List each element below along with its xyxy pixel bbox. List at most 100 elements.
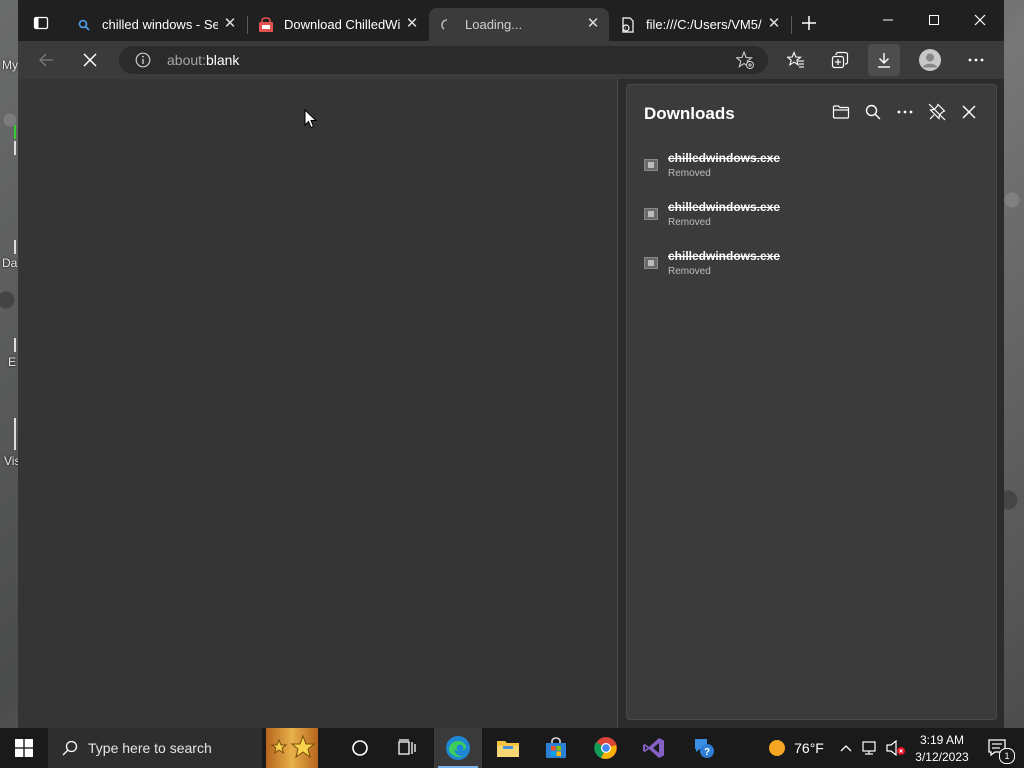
exe-file-icon: [644, 159, 658, 171]
tab-close-icon[interactable]: ✕: [222, 16, 238, 32]
taskbar: Type here to search ? 76°F 3:19 AM 3/12/…: [0, 728, 1024, 768]
browser-window: chilled windows - Sear ✕ Download Chille…: [18, 0, 1004, 728]
network-button[interactable]: [858, 728, 882, 768]
tab-title: Download ChilledWin: [284, 17, 400, 32]
tab-search[interactable]: chilled windows - Sear ✕: [66, 8, 246, 41]
tab-file[interactable]: i file:///C:/Users/VM5/D ✕: [610, 8, 790, 41]
site-info-icon[interactable]: [135, 52, 151, 73]
search-icon: [865, 104, 881, 120]
close-panel-button[interactable]: [955, 101, 983, 123]
tab-loading[interactable]: Loading... ✕: [429, 8, 609, 41]
file-icon: i: [620, 16, 636, 33]
volume-button[interactable]: [884, 728, 908, 768]
url-scheme: about:: [167, 52, 206, 68]
tab-close-icon[interactable]: ✕: [404, 16, 420, 32]
task-view-icon: [398, 739, 416, 755]
download-filename[interactable]: chilledwindows.exe: [668, 249, 780, 263]
downloads-panel: Downloads chilledwindows.exe Removed chi…: [626, 84, 997, 720]
url-text[interactable]: about:blank: [167, 52, 239, 68]
taskbar-search-box[interactable]: Type here to search: [48, 728, 262, 768]
minimize-button[interactable]: [866, 6, 910, 34]
downloads-button[interactable]: [868, 44, 900, 76]
download-status: Removed: [668, 217, 711, 228]
more-icon: [897, 110, 913, 114]
open-folder-button[interactable]: [827, 101, 855, 123]
collections-button[interactable]: [824, 44, 856, 76]
taskbar-help[interactable]: ?: [680, 728, 728, 768]
profile-button[interactable]: [914, 44, 946, 76]
downloads-more-button[interactable]: [891, 101, 919, 123]
close-window-button[interactable]: [958, 6, 1002, 34]
back-arrow-icon: [39, 53, 53, 67]
desktop-icon[interactable]: [14, 418, 16, 450]
task-view-button[interactable]: [384, 728, 432, 768]
notification-badge: 1: [999, 748, 1015, 764]
stop-icon: [83, 53, 97, 67]
weather-widget[interactable]: 76°F: [762, 728, 830, 768]
taskbar-store[interactable]: [532, 728, 580, 768]
tab-close-icon[interactable]: ✕: [766, 16, 782, 32]
taskbar-file-explorer[interactable]: [484, 728, 532, 768]
tab-strip: chilled windows - Sear ✕ Download Chille…: [18, 0, 1004, 41]
chrome-icon: [594, 737, 617, 759]
page-content[interactable]: [18, 79, 618, 728]
maximize-icon: [929, 15, 939, 25]
tab-title: file:///C:/Users/VM5/D: [646, 17, 762, 32]
download-item[interactable]: chilledwindows.exe Removed: [627, 196, 996, 242]
exe-file-icon: [644, 257, 658, 269]
notification-center-button[interactable]: 1: [978, 728, 1018, 768]
windows-logo-icon: [15, 739, 33, 757]
sun-icon: [769, 740, 786, 756]
download-filename[interactable]: chilledwindows.exe: [668, 200, 780, 214]
cortana-button[interactable]: [336, 728, 384, 768]
back-button[interactable]: [30, 44, 62, 76]
mouse-cursor-icon: [304, 109, 318, 129]
desktop-icon-label[interactable]: Da: [2, 256, 17, 270]
chevron-up-icon: [840, 745, 852, 752]
desktop-icon-label[interactable]: My: [2, 58, 18, 72]
stop-loading-button[interactable]: [74, 44, 106, 76]
taskbar-edge[interactable]: [434, 728, 482, 768]
settings-more-button[interactable]: [960, 44, 992, 76]
more-icon: [968, 58, 984, 62]
search-icon: [62, 740, 78, 756]
close-icon: [962, 105, 976, 119]
download-item[interactable]: chilledwindows.exe Removed: [627, 147, 996, 193]
star-icon: [270, 734, 315, 759]
show-hidden-icons-button[interactable]: [836, 728, 856, 768]
avatar-icon: [919, 49, 941, 71]
folder-icon: [832, 105, 850, 119]
unpin-panel-button[interactable]: [923, 101, 951, 123]
close-icon: [974, 14, 986, 26]
add-favorite-icon[interactable]: [735, 50, 754, 74]
search-highlight-image[interactable]: [266, 728, 318, 768]
folder-icon: [497, 741, 519, 757]
unpin-icon: [928, 103, 946, 121]
desktop-icon-label[interactable]: E: [8, 355, 16, 369]
collections-icon: [831, 51, 849, 69]
plus-icon: [802, 16, 816, 30]
tab-download[interactable]: Download ChilledWin ✕: [248, 8, 428, 41]
start-button[interactable]: [0, 728, 48, 768]
address-bar[interactable]: about:blank: [119, 46, 768, 74]
weather-temperature: 76°F: [794, 740, 824, 756]
maximize-button[interactable]: [912, 6, 956, 34]
download-status: Removed: [668, 168, 711, 179]
download-filename[interactable]: chilledwindows.exe: [668, 151, 780, 165]
desktop-icon[interactable]: [14, 338, 16, 352]
taskbar-chrome[interactable]: [582, 728, 630, 768]
svg-text:?: ?: [704, 747, 710, 758]
desktop-icon[interactable]: [14, 125, 16, 139]
tab-close-icon[interactable]: ✕: [585, 16, 601, 32]
favorites-button[interactable]: [780, 44, 812, 76]
network-icon: [862, 741, 876, 755]
desktop-icon[interactable]: [14, 141, 16, 155]
new-tab-button[interactable]: [794, 8, 824, 38]
clock[interactable]: 3:19 AM 3/12/2023: [910, 728, 974, 768]
taskbar-visual-studio[interactable]: [630, 728, 678, 768]
search-downloads-button[interactable]: [859, 101, 887, 123]
desktop-icon[interactable]: [14, 240, 16, 254]
download-item[interactable]: chilledwindows.exe Removed: [627, 245, 996, 291]
favorites-icon: [787, 51, 804, 68]
tab-actions-button[interactable]: [26, 8, 56, 38]
